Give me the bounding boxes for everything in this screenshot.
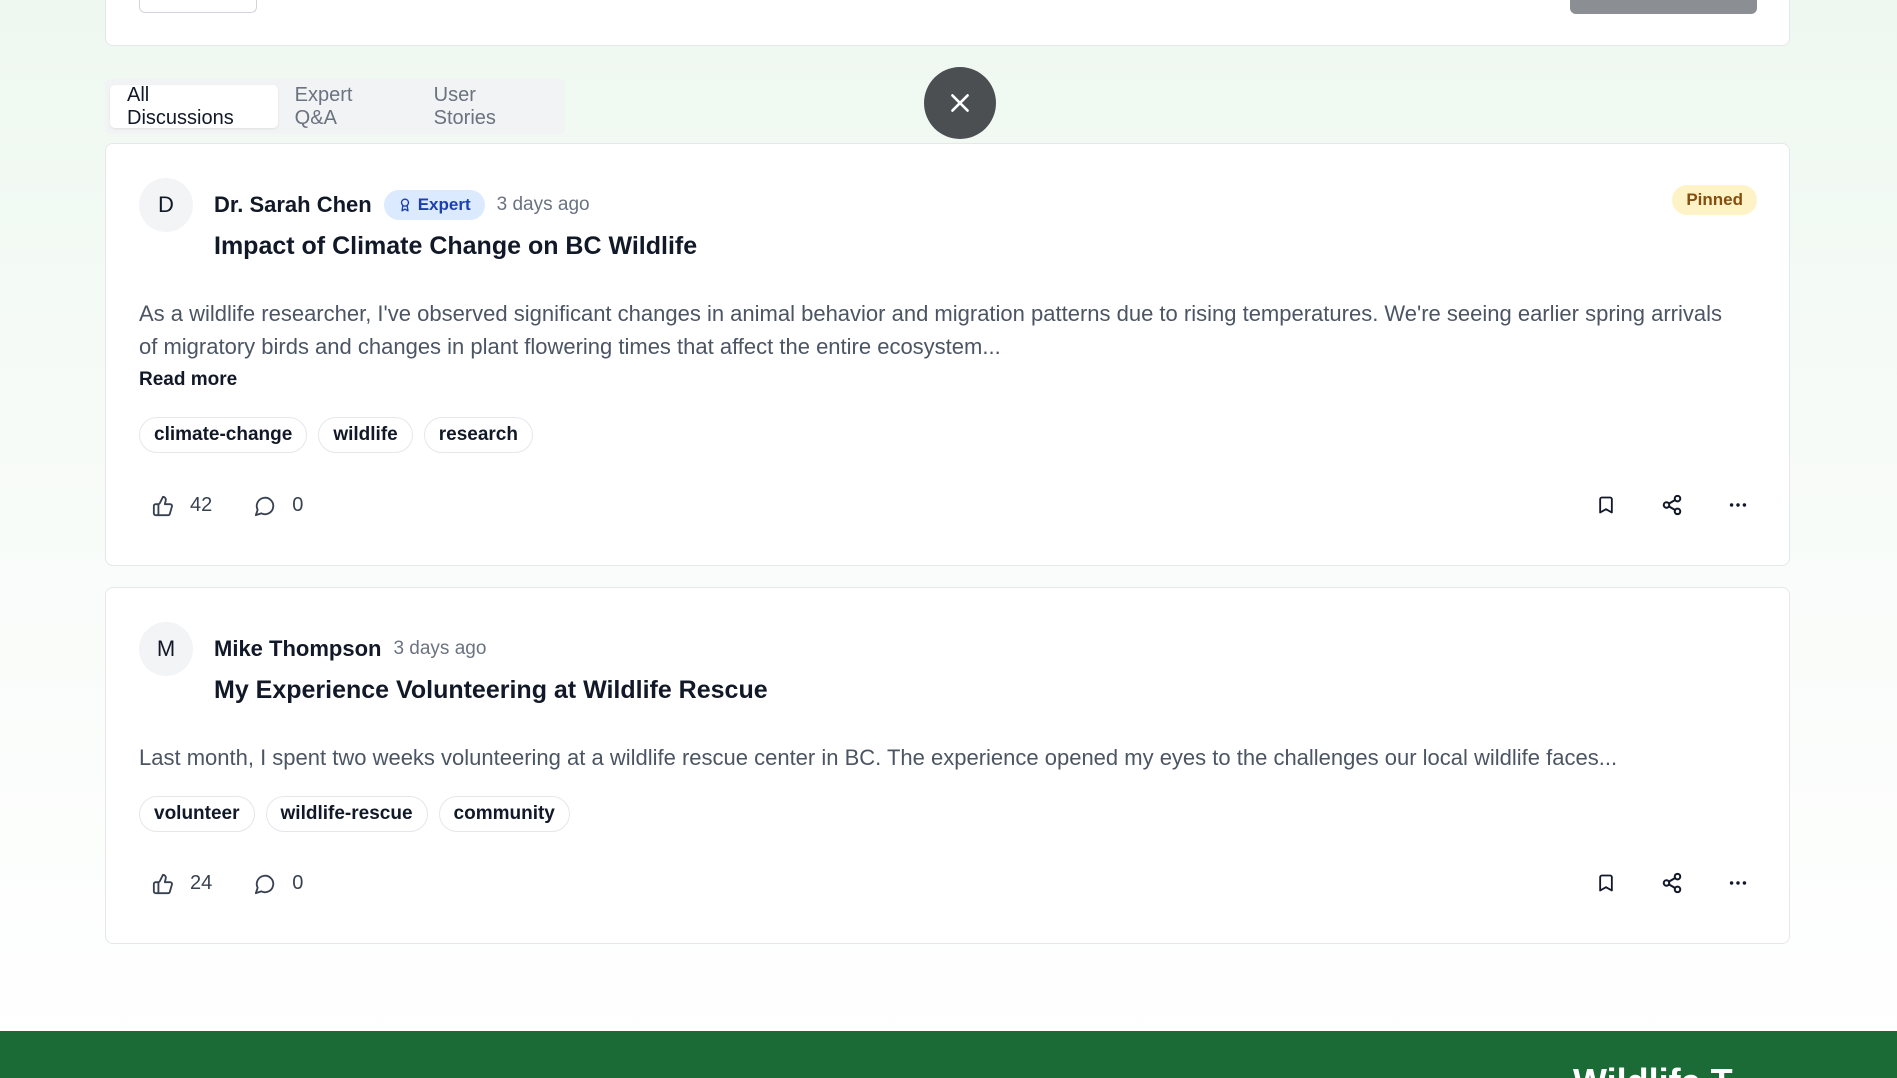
avatar[interactable]: D: [139, 178, 193, 232]
tag[interactable]: volunteer: [139, 796, 255, 832]
post-time: 3 days ago: [393, 638, 487, 659]
post-excerpt: As a wildlife researcher, I've observed …: [139, 301, 1723, 359]
post-stats: 24 0: [152, 872, 303, 895]
more-horizontal-icon: [1729, 881, 1747, 885]
bookmark-button[interactable]: [1595, 872, 1617, 894]
tag[interactable]: wildlife: [318, 417, 413, 453]
filter-card: [105, 0, 1790, 46]
site-footer: Wildlife T: [0, 1031, 1897, 1078]
tab-user-stories[interactable]: User Stories: [417, 84, 560, 129]
post-actions: [1595, 494, 1749, 516]
expert-badge-label: Expert: [417, 195, 471, 214]
thumbs-up-icon: [152, 873, 173, 894]
tab-all-discussions[interactable]: All Discussions: [110, 84, 278, 129]
author-name[interactable]: Dr. Sarah Chen: [214, 192, 372, 218]
post-title[interactable]: My Experience Volunteering at Wildlife R…: [214, 676, 768, 705]
award-icon: [400, 198, 409, 212]
tag-list: volunteer wildlife-rescue community: [139, 796, 570, 832]
more-button[interactable]: [1727, 494, 1749, 516]
share-icon: [1662, 494, 1682, 516]
read-more-link[interactable]: Read more: [139, 369, 237, 391]
post-meta: Mike Thompson 3 days ago: [214, 632, 486, 666]
avatar[interactable]: M: [139, 622, 193, 676]
bookmark-icon: [1599, 496, 1613, 514]
post-card: D Dr. Sarah Chen Expert 3 days ago Pinne…: [105, 143, 1790, 566]
tag[interactable]: research: [423, 417, 533, 453]
expert-badge: Expert: [383, 190, 485, 220]
tag[interactable]: wildlife-rescue: [265, 796, 428, 832]
tab-expert-qa[interactable]: Expert Q&A: [278, 84, 417, 129]
author-name[interactable]: Mike Thompson: [214, 636, 381, 662]
post-card: M Mike Thompson 3 days ago My Experience…: [105, 587, 1790, 944]
share-button[interactable]: [1661, 872, 1683, 894]
primary-action-button[interactable]: [1570, 0, 1757, 14]
like-count: 42: [190, 494, 213, 516]
comment-icon: [255, 496, 275, 516]
comment-icon: [255, 874, 275, 894]
bookmark-icon: [1599, 874, 1613, 892]
share-button[interactable]: [1661, 494, 1683, 516]
post-stats: 42 0: [152, 494, 303, 517]
comment-count: 0: [292, 872, 304, 894]
comment-button[interactable]: 0: [254, 494, 303, 517]
post-actions: [1595, 872, 1749, 894]
like-button[interactable]: 24: [152, 872, 212, 895]
close-button[interactable]: [924, 67, 996, 139]
filter-select[interactable]: [139, 0, 257, 13]
more-button[interactable]: [1727, 872, 1749, 894]
share-icon: [1662, 872, 1682, 894]
thumbs-up-icon: [152, 495, 173, 516]
post-title[interactable]: Impact of Climate Change on BC Wildlife: [214, 232, 697, 261]
more-horizontal-icon: [1729, 503, 1747, 507]
footer-heading: Wildlife T: [1573, 1061, 1733, 1078]
tag-list: climate-change wildlife research: [139, 417, 533, 453]
comment-button[interactable]: 0: [254, 872, 303, 895]
like-button[interactable]: 42: [152, 494, 212, 517]
post-time: 3 days ago: [496, 194, 590, 215]
tag[interactable]: community: [438, 796, 570, 832]
post-excerpt: Last month, I spent two weeks volunteeri…: [139, 745, 1618, 770]
pinned-badge: Pinned: [1672, 185, 1757, 215]
close-icon: [951, 94, 969, 112]
like-count: 24: [190, 872, 213, 894]
post-meta: Dr. Sarah Chen Expert 3 days ago: [214, 188, 590, 222]
comment-count: 0: [292, 494, 304, 516]
bookmark-button[interactable]: [1595, 494, 1617, 516]
discussion-tabs: All Discussions Expert Q&A User Stories: [105, 79, 565, 134]
tag[interactable]: climate-change: [139, 417, 308, 453]
